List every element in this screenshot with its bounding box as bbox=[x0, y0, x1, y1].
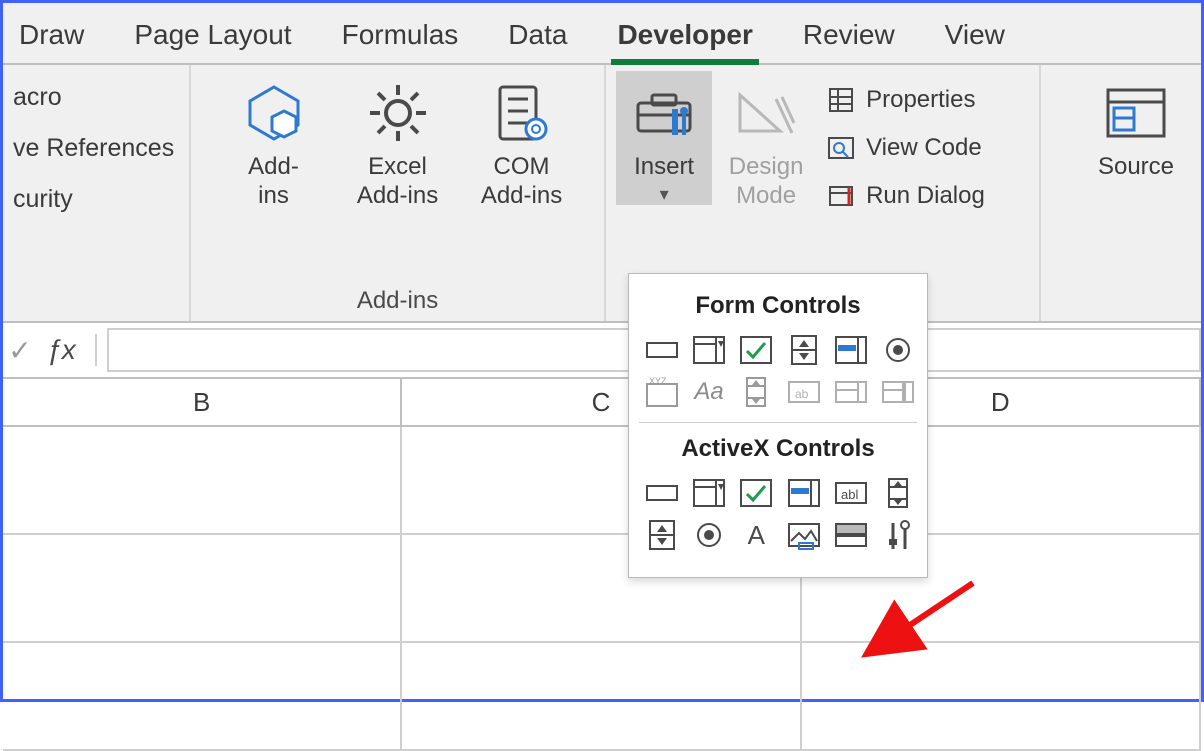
code-item-relative-references[interactable]: ve References bbox=[13, 134, 174, 163]
svg-text:XYZ: XYZ bbox=[649, 376, 667, 386]
svg-text:abl: abl bbox=[841, 487, 858, 502]
ribbon-body: acro ve References curity Add- ins bbox=[3, 65, 1201, 323]
ax-scrollbar-icon[interactable] bbox=[880, 475, 917, 511]
tab-page-layout[interactable]: Page Layout bbox=[128, 11, 297, 63]
ax-checkbox-icon[interactable] bbox=[738, 475, 775, 511]
addins-group-label: Add-ins bbox=[201, 281, 594, 315]
tab-developer[interactable]: Developer bbox=[611, 11, 758, 63]
ax-listbox-icon[interactable] bbox=[785, 475, 822, 511]
ax-image-icon[interactable] bbox=[785, 517, 822, 553]
ax-toggle-icon[interactable] bbox=[832, 517, 869, 553]
ax-combo-icon[interactable] bbox=[690, 475, 727, 511]
cell[interactable] bbox=[3, 643, 402, 749]
ruler-triangle-icon bbox=[734, 81, 798, 145]
form-spin-icon[interactable] bbox=[785, 332, 822, 368]
run-dialog-button[interactable]: Run Dialog bbox=[820, 177, 991, 215]
toolbox-icon bbox=[632, 81, 696, 145]
com-addins-button[interactable]: COM Add-ins bbox=[467, 71, 577, 211]
gear-icon bbox=[366, 81, 430, 145]
addins-button[interactable]: Add- ins bbox=[219, 71, 329, 211]
ribbon-tabs: Draw Page Layout Formulas Data Developer… bbox=[3, 3, 1201, 65]
cancel-formula-icon[interactable]: ✓ bbox=[3, 334, 37, 367]
addins-icon bbox=[242, 81, 306, 145]
tab-data[interactable]: Data bbox=[502, 11, 573, 63]
fx-icon[interactable]: ƒx bbox=[37, 334, 97, 366]
tab-view[interactable]: View bbox=[939, 11, 1011, 63]
magnifier-icon bbox=[826, 133, 856, 163]
formula-bar: ✓ ƒx bbox=[3, 323, 1201, 379]
form-combo-icon[interactable] bbox=[690, 332, 727, 368]
form-textfield-icon[interactable]: ab bbox=[785, 374, 822, 410]
tab-formulas[interactable]: Formulas bbox=[336, 11, 465, 63]
form-controls-heading: Form Controls bbox=[639, 292, 917, 320]
tab-review[interactable]: Review bbox=[797, 11, 901, 63]
form-groupbox-icon[interactable]: XYZ bbox=[643, 374, 680, 410]
ax-option-icon[interactable] bbox=[690, 517, 727, 553]
form-label-icon[interactable]: Aa bbox=[690, 374, 727, 410]
run-dialog-icon bbox=[826, 181, 856, 211]
insert-controls-dropdown: Form Controls XYZ Aa ab ActiveX Controls… bbox=[628, 273, 928, 578]
activex-controls-heading: ActiveX Controls bbox=[639, 435, 917, 463]
svg-text:ab: ab bbox=[795, 387, 809, 401]
view-code-button[interactable]: View Code bbox=[820, 129, 991, 167]
cell[interactable] bbox=[3, 427, 402, 533]
code-item-macro-security[interactable]: curity bbox=[13, 185, 174, 214]
form-combo-list-icon[interactable] bbox=[832, 374, 869, 410]
worksheet-grid[interactable]: B C D bbox=[3, 379, 1201, 751]
ax-label-icon[interactable]: A bbox=[738, 517, 775, 553]
form-listbox-icon[interactable] bbox=[832, 332, 869, 368]
insert-control-button[interactable]: Insert ▾ bbox=[616, 71, 712, 205]
excel-addins-button[interactable]: Excel Add-ins bbox=[343, 71, 453, 211]
properties-button[interactable]: Properties bbox=[820, 81, 991, 119]
ax-command-button-icon[interactable] bbox=[643, 475, 680, 511]
com-addins-icon bbox=[490, 81, 554, 145]
source-pane-icon bbox=[1104, 81, 1168, 145]
ax-more-controls-icon[interactable] bbox=[880, 517, 917, 553]
code-item-macro[interactable]: acro bbox=[13, 83, 174, 112]
cell[interactable] bbox=[802, 643, 1201, 749]
cell[interactable] bbox=[3, 535, 402, 641]
design-mode-button[interactable]: Design Mode bbox=[716, 71, 816, 211]
form-option-icon[interactable] bbox=[880, 332, 917, 368]
chevron-down-icon: ▾ bbox=[660, 184, 669, 205]
tab-draw[interactable]: Draw bbox=[13, 11, 90, 63]
ax-spin-icon[interactable] bbox=[643, 517, 680, 553]
properties-icon bbox=[826, 85, 856, 115]
source-button[interactable]: Source bbox=[1081, 71, 1191, 182]
form-scrollbar-icon[interactable] bbox=[738, 374, 775, 410]
cell[interactable] bbox=[402, 643, 801, 749]
form-checkbox-icon[interactable] bbox=[738, 332, 775, 368]
form-button-icon[interactable] bbox=[643, 332, 680, 368]
form-combo-drop-icon[interactable] bbox=[880, 374, 917, 410]
col-head-b[interactable]: B bbox=[3, 379, 402, 425]
ax-textbox-icon[interactable]: abl bbox=[832, 475, 869, 511]
